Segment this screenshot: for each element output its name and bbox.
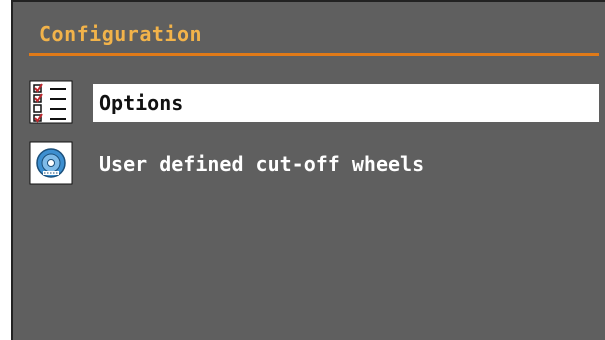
menu-item-options[interactable]: Options bbox=[29, 80, 599, 124]
menu-item-label: User defined cut-off wheels bbox=[99, 152, 425, 176]
screen-title: Configuration bbox=[39, 22, 203, 46]
menu-item-user-defined-cutoff-wheels[interactable]: User defined cut-off wheels bbox=[29, 141, 599, 185]
title-divider bbox=[29, 53, 599, 56]
configuration-screen: Configuration Options User defined cut-o… bbox=[11, 0, 605, 340]
cutoff-wheel-icon bbox=[29, 141, 73, 185]
menu-item-label: Options bbox=[93, 84, 599, 122]
checklist-icon bbox=[29, 80, 73, 124]
